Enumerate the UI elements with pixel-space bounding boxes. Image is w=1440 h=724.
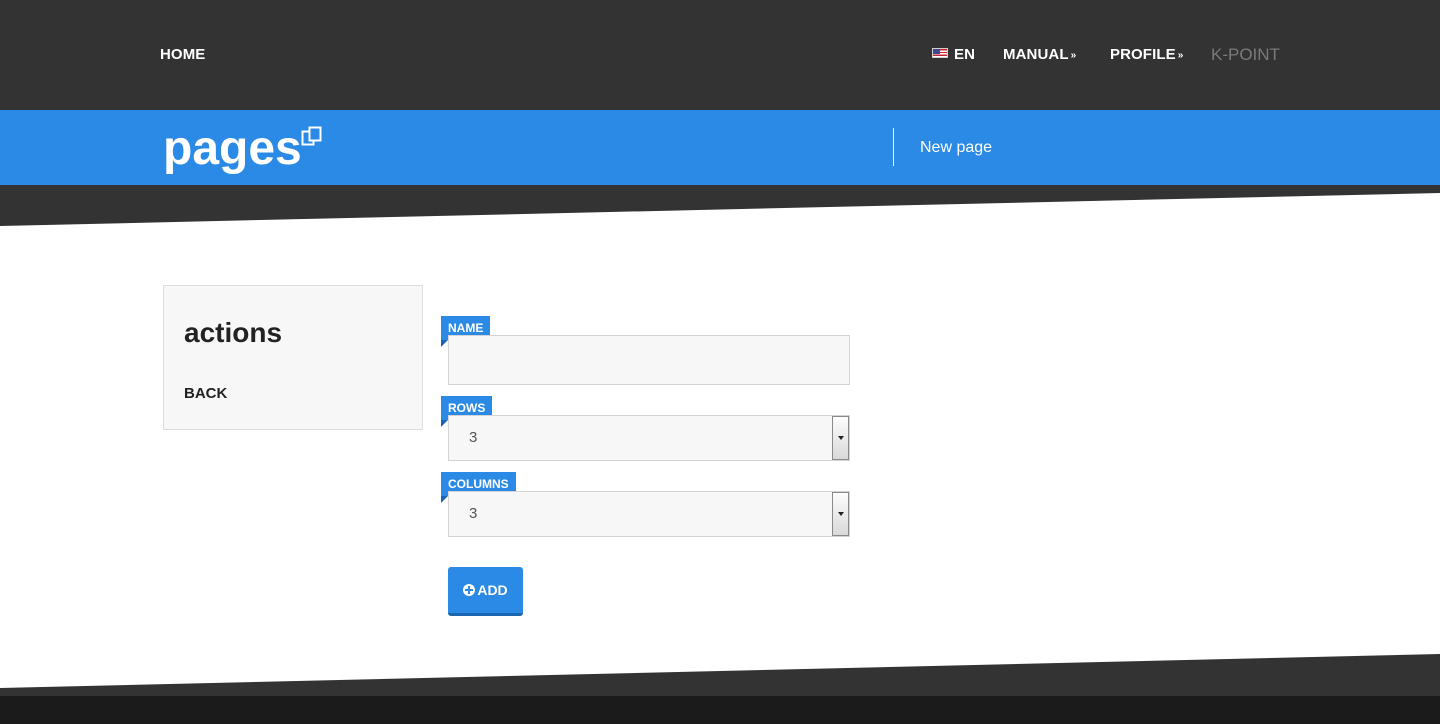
plus-circle-icon xyxy=(463,584,476,596)
nav-language-link[interactable]: EN xyxy=(932,46,975,64)
nav-profile-link[interactable]: PROFILE» xyxy=(1110,46,1183,65)
us-flag-icon xyxy=(932,48,948,58)
header-divider xyxy=(893,128,894,166)
actions-panel: actions BACK xyxy=(163,285,423,430)
brand-name: K-POINT xyxy=(1211,45,1280,64)
actions-title: actions xyxy=(184,317,283,348)
footer-slant-band xyxy=(0,654,1440,724)
page: HOME EN MANUAL» PROFILE» K-POINT pages N… xyxy=(0,0,1440,724)
double-chevron-down-icon: » xyxy=(1070,50,1077,61)
nav-profile-label: PROFILE xyxy=(1110,46,1176,63)
nav-manual-label: MANUAL xyxy=(1003,46,1069,63)
nav-language-label: EN xyxy=(954,46,976,63)
page-title: pages xyxy=(163,122,302,175)
top-navbar: HOME EN MANUAL» PROFILE» K-POINT xyxy=(0,0,1440,110)
top-slant-band xyxy=(0,185,1440,226)
double-chevron-down-icon: » xyxy=(1177,50,1184,61)
columns-select[interactable]: 3 xyxy=(448,491,850,537)
copy-pages-icon[interactable] xyxy=(301,126,322,147)
name-input[interactable] xyxy=(448,335,850,385)
rows-dropdown-arrow-icon[interactable] xyxy=(832,416,849,460)
new-page-link[interactable]: New page xyxy=(920,138,992,158)
rows-select[interactable]: 3 xyxy=(448,415,850,461)
back-link[interactable]: BACK xyxy=(184,385,227,403)
nav-home-link[interactable]: HOME xyxy=(160,46,205,64)
rows-select-value: 3 xyxy=(469,429,478,446)
nav-manual-link[interactable]: MANUAL» xyxy=(1003,46,1076,65)
columns-dropdown-arrow-icon[interactable] xyxy=(832,492,849,536)
columns-select-value: 3 xyxy=(469,505,478,522)
add-button[interactable]: ADD xyxy=(448,567,523,616)
add-button-label: ADD xyxy=(477,582,508,598)
